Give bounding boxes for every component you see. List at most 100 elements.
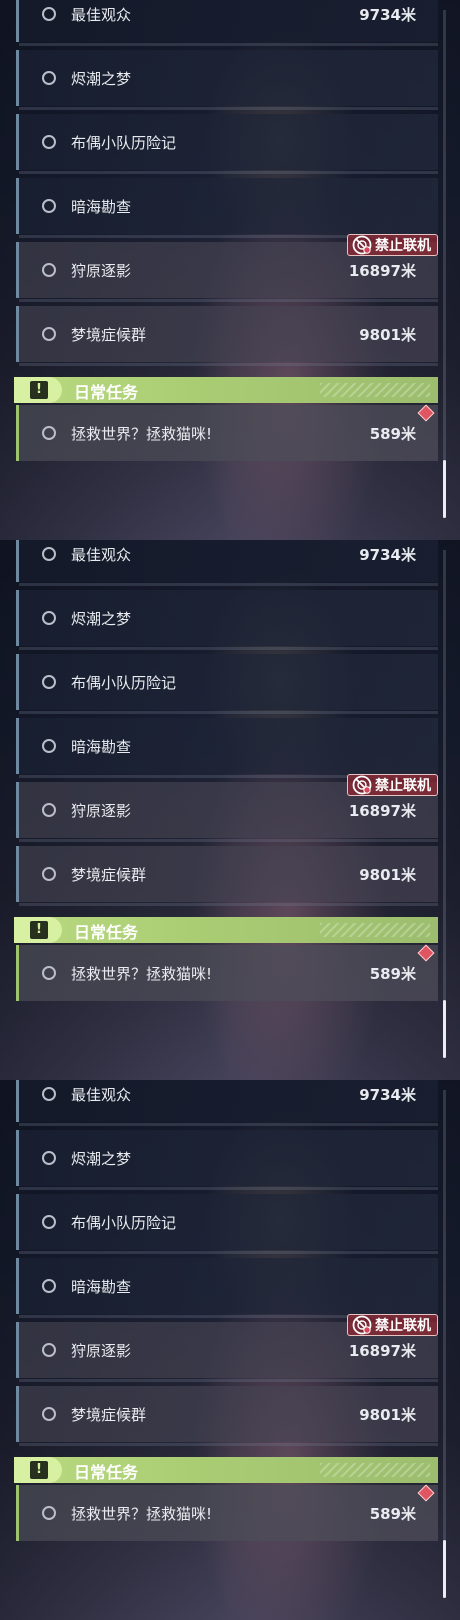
mission-row[interactable]: 狩原逐影 16897米 禁止联机 xyxy=(16,1314,438,1382)
mission-distance: 589米 xyxy=(369,425,416,443)
row-separator xyxy=(19,903,438,906)
daily-section-header: ! 日常任务 xyxy=(14,917,438,943)
mission-name: 烬潮之梦 xyxy=(71,70,132,88)
mission-name: 拯救世界？拯救猫咪! xyxy=(71,965,213,983)
header-decoration xyxy=(320,383,430,397)
exclamation-icon: ! xyxy=(30,381,48,399)
circle-outline-icon xyxy=(42,1279,56,1293)
row-separator xyxy=(19,1251,438,1254)
mission-row[interactable]: 最佳观众 9734米 xyxy=(16,1080,438,1126)
mission-row[interactable]: 烬潮之梦 xyxy=(16,590,438,650)
daily-mission-row[interactable]: 拯救世界？拯救猫咪! 589米 xyxy=(16,1484,438,1541)
mission-distance: 589米 xyxy=(369,1505,416,1523)
row-separator xyxy=(19,647,438,650)
mission-row[interactable]: 梦境症候群 9801米 xyxy=(16,1386,438,1446)
scrollbar-thumb[interactable] xyxy=(443,1540,446,1598)
row-separator xyxy=(19,107,438,110)
circle-outline-icon xyxy=(42,1151,56,1165)
daily-mission-row[interactable]: 拯救世界？拯救猫咪! 589米 xyxy=(16,404,438,461)
mission-name: 暗海勘查 xyxy=(71,738,132,756)
circle-outline-icon xyxy=(42,547,56,561)
mission-list-screen: 最佳观众 9734米 烬潮之梦 布偶小队历险记 暗海勘查 狩原逐影 16897米 禁止联机 梦境… xyxy=(0,0,460,1620)
circle-outline-icon xyxy=(42,1407,56,1421)
mission-name: 梦境症候群 xyxy=(71,1406,147,1424)
mission-distance: 589米 xyxy=(369,965,416,983)
daily-section-header: ! 日常任务 xyxy=(14,377,438,403)
mission-row[interactable]: 烬潮之梦 xyxy=(16,50,438,110)
mission-row[interactable]: 狩原逐影 16897米 禁止联机 xyxy=(16,234,438,302)
scroll-track[interactable] xyxy=(443,1090,446,1598)
row-separator xyxy=(19,839,438,842)
scrollbar-thumb[interactable] xyxy=(443,1000,446,1058)
circle-outline-icon xyxy=(42,1506,56,1520)
circle-outline-icon xyxy=(42,1343,56,1357)
circle-outline-icon xyxy=(42,71,56,85)
mission-distance: 9801米 xyxy=(359,866,416,884)
circle-outline-icon xyxy=(42,199,56,213)
row-separator xyxy=(19,363,438,366)
mission-name: 拯救世界？拯救猫咪! xyxy=(71,425,213,443)
daily-section-title: 日常任务 xyxy=(74,383,139,402)
daily-section-title: 日常任务 xyxy=(74,923,139,942)
row-separator xyxy=(19,299,438,302)
no-multiplayer-badge: 禁止联机 xyxy=(347,1314,438,1336)
mission-name: 狩原逐影 xyxy=(71,1342,132,1360)
mission-name: 拯救世界？拯救猫咪! xyxy=(71,1505,213,1523)
mission-row[interactable]: 梦境症候群 9801米 xyxy=(16,306,438,366)
mission-name: 梦境症候群 xyxy=(71,866,147,884)
scroll-track[interactable] xyxy=(443,550,446,1058)
scroll-track[interactable] xyxy=(443,10,446,518)
circle-outline-icon xyxy=(42,426,56,440)
mission-name: 烬潮之梦 xyxy=(71,610,132,628)
mission-name: 布偶小队历险记 xyxy=(71,134,177,152)
circle-outline-icon xyxy=(42,327,56,341)
daily-section-header: ! 日常任务 xyxy=(14,1457,438,1483)
no-multiplayer-icon xyxy=(352,1315,372,1335)
mission-name: 烬潮之梦 xyxy=(71,1150,132,1168)
mission-distance: 16897米 xyxy=(348,262,416,280)
circle-outline-icon xyxy=(42,739,56,753)
circle-outline-icon xyxy=(42,1087,56,1101)
mission-name: 狩原逐影 xyxy=(71,802,132,820)
row-separator xyxy=(19,1443,438,1446)
mission-distance: 16897米 xyxy=(348,1342,416,1360)
mission-row[interactable]: 布偶小队历险记 xyxy=(16,1194,438,1254)
circle-outline-icon xyxy=(42,1215,56,1229)
row-separator xyxy=(19,1379,438,1382)
mission-row[interactable]: 梦境症候群 9801米 xyxy=(16,846,438,906)
no-multiplayer-icon xyxy=(352,235,372,255)
circle-outline-icon xyxy=(42,675,56,689)
mission-row[interactable]: 暗海勘查 xyxy=(16,178,438,238)
mission-name: 最佳观众 xyxy=(71,6,132,24)
no-multiplayer-badge: 禁止联机 xyxy=(347,774,438,796)
scrollbar-thumb[interactable] xyxy=(443,460,446,518)
red-diamond-icon xyxy=(417,944,435,962)
mission-distance: 16897米 xyxy=(348,802,416,820)
exclamation-icon: ! xyxy=(30,1461,48,1479)
mission-row[interactable]: 最佳观众 9734米 xyxy=(16,0,438,46)
mission-row[interactable]: 最佳观众 9734米 xyxy=(16,540,438,586)
no-multiplayer-badge: 禁止联机 xyxy=(347,234,438,256)
mission-distance: 9734米 xyxy=(359,1086,416,1104)
mission-name: 布偶小队历险记 xyxy=(71,674,177,692)
mission-row[interactable]: 狩原逐影 16897米 禁止联机 xyxy=(16,774,438,842)
mission-row[interactable]: 暗海勘查 xyxy=(16,1258,438,1318)
header-decoration xyxy=(320,1463,430,1477)
badge-label: 禁止联机 xyxy=(375,238,431,254)
row-separator xyxy=(19,711,438,714)
mission-name: 最佳观众 xyxy=(71,546,132,564)
daily-mission-row[interactable]: 拯救世界？拯救猫咪! 589米 xyxy=(16,944,438,1001)
mission-name: 最佳观众 xyxy=(71,1086,132,1104)
circle-outline-icon xyxy=(42,966,56,980)
mission-distance: 9734米 xyxy=(359,6,416,24)
mission-name: 布偶小队历险记 xyxy=(71,1214,177,1232)
circle-outline-icon xyxy=(42,263,56,277)
no-multiplayer-icon xyxy=(352,775,372,795)
mission-row[interactable]: 布偶小队历险记 xyxy=(16,114,438,174)
mission-row[interactable]: 烬潮之梦 xyxy=(16,1130,438,1190)
mission-row[interactable]: 暗海勘查 xyxy=(16,718,438,778)
mission-row[interactable]: 布偶小队历险记 xyxy=(16,654,438,714)
mission-distance: 9734米 xyxy=(359,546,416,564)
badge-label: 禁止联机 xyxy=(375,778,431,794)
mission-panel: 最佳观众 9734米烬潮之梦布偶小队历险记暗海勘查狩原逐影 16897米 禁止联机梦境… xyxy=(0,1080,460,1620)
